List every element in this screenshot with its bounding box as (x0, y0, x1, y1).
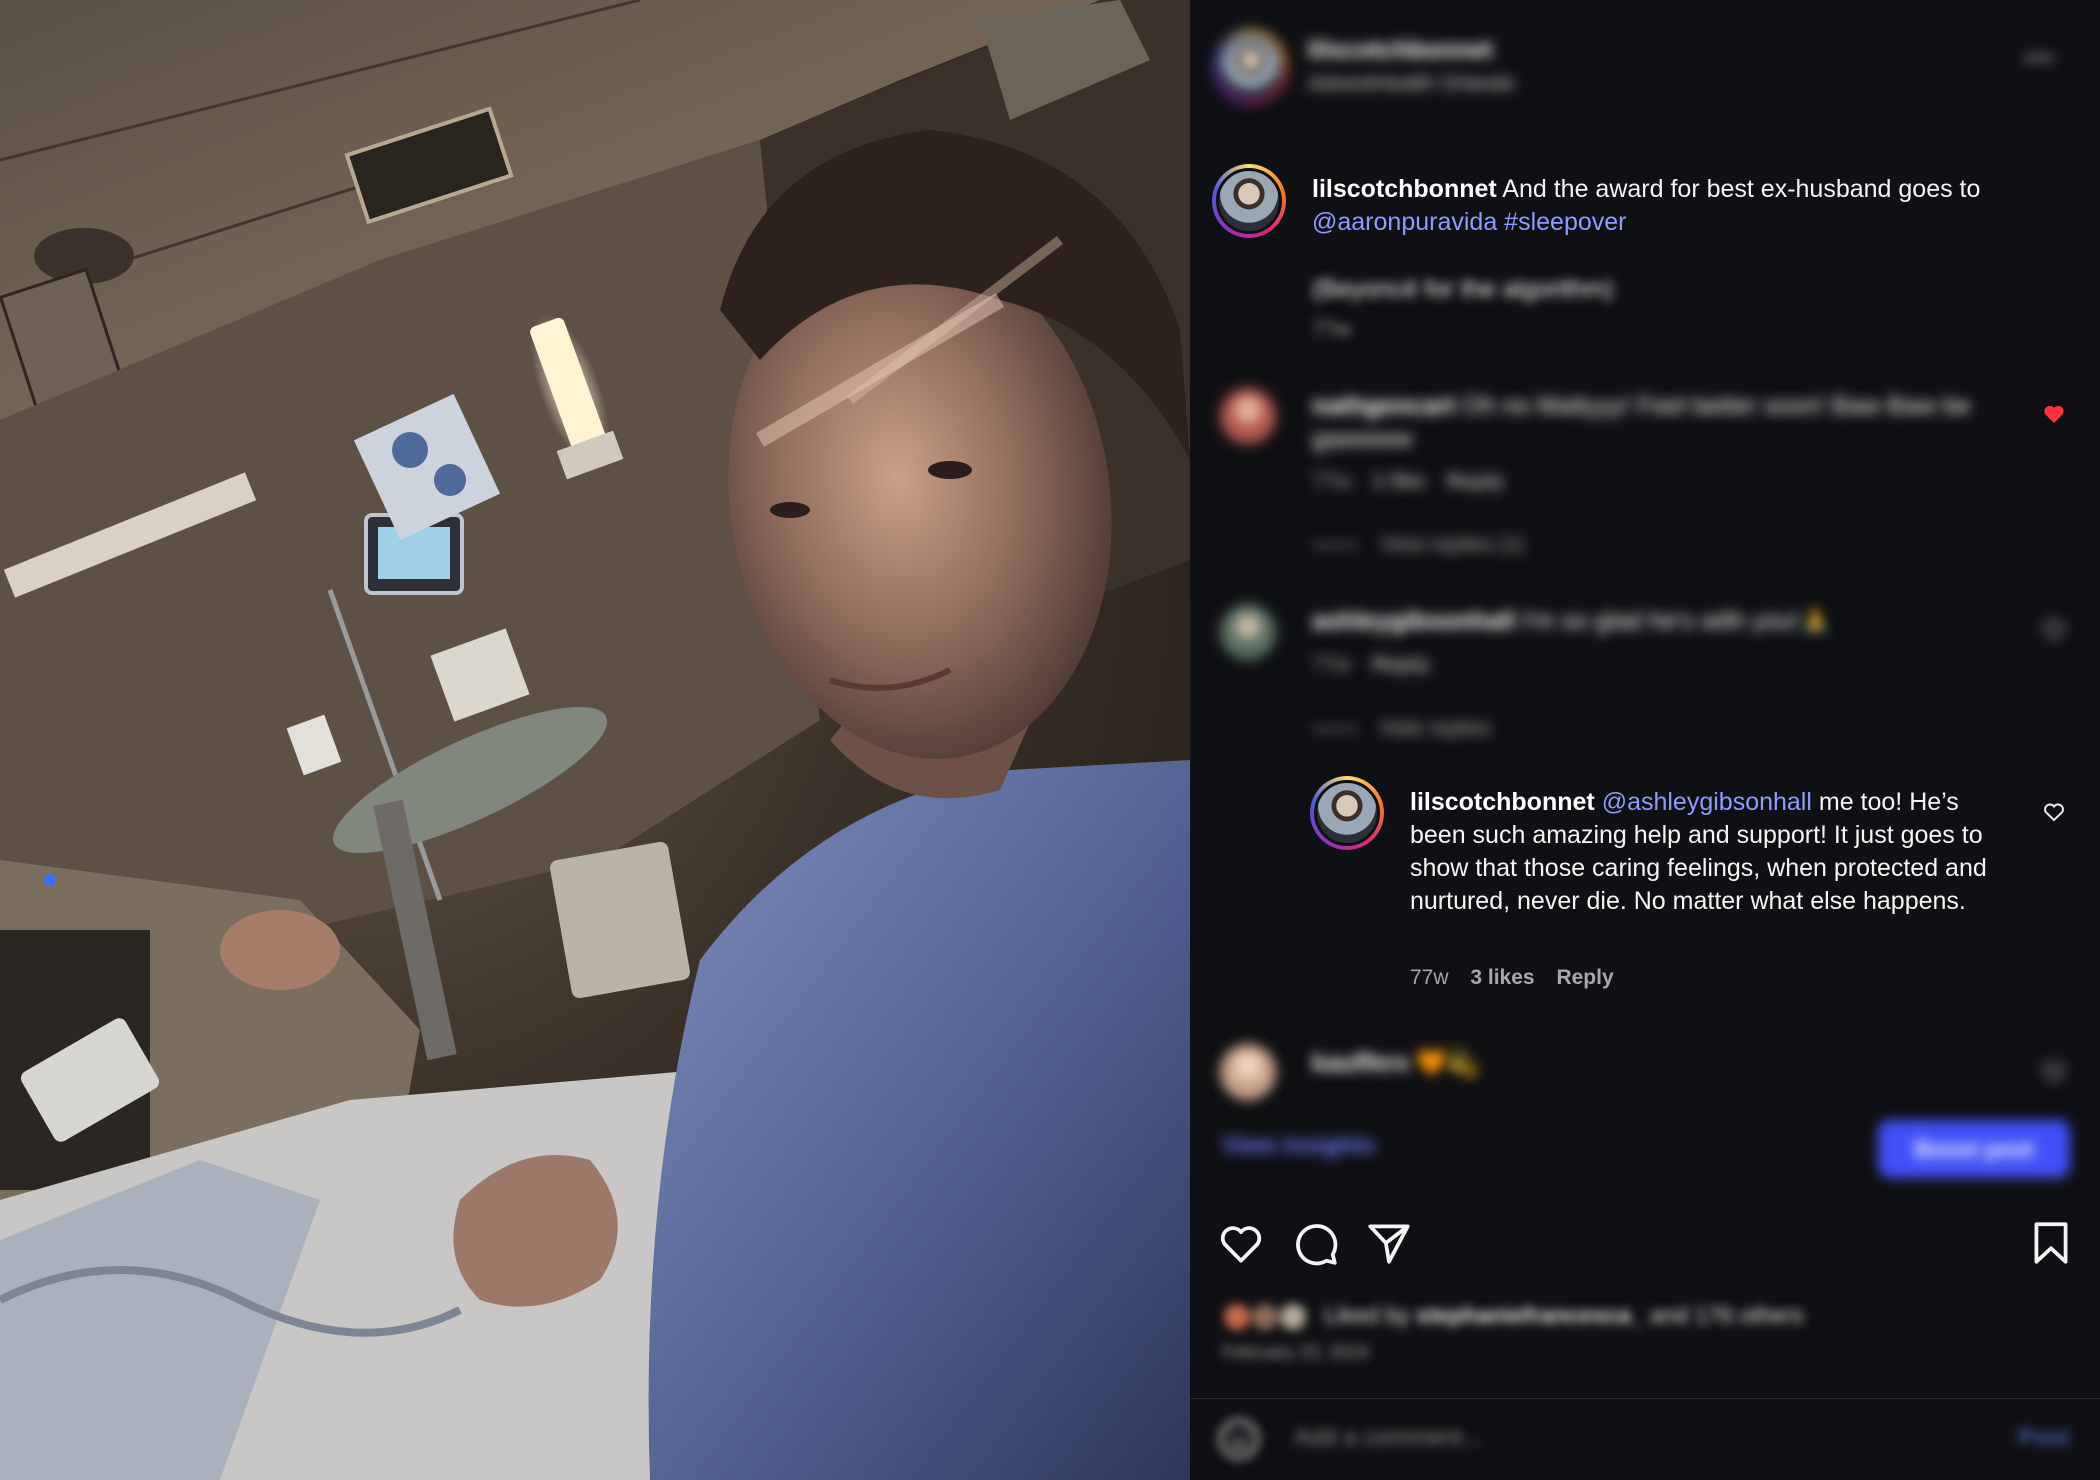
view-replies-button[interactable]: View replies (1) (1312, 533, 1524, 557)
post-actions-bar (1216, 1218, 2076, 1274)
heart-outline-icon[interactable] (2042, 1060, 2066, 1084)
liker-avatars (1222, 1302, 1314, 1332)
divider (1190, 1398, 2100, 1399)
comment-meta: 77w 1 like Reply (1312, 470, 1504, 494)
reply-time: 77w (1410, 966, 1449, 989)
post-details-panel: lilscotchbonnet AdventHealth Orlando lil… (1190, 0, 2100, 1480)
add-comment-input[interactable]: Add a comment... (1294, 1424, 1482, 1452)
share-icon[interactable] (1364, 1218, 1414, 1268)
liked-heart-icon[interactable] (2042, 402, 2066, 426)
comment-time: 77w (1312, 653, 1351, 676)
reply-avatar[interactable] (1310, 776, 1384, 850)
comment-avatar[interactable] (1220, 604, 1276, 660)
comment-avatar[interactable] (1220, 388, 1276, 444)
caption-username[interactable]: lilscotchbonnet (1312, 175, 1497, 203)
more-options-icon[interactable] (2026, 48, 2060, 68)
comment-icon[interactable] (1290, 1218, 1340, 1268)
comment-reply-button[interactable]: Reply (1372, 653, 1429, 676)
reply-username[interactable]: lilscotchbonnet (1410, 788, 1595, 816)
bookmark-icon[interactable] (2026, 1218, 2076, 1268)
caption-avatar[interactable] (1212, 164, 1286, 238)
comment-meta: 77w Reply (1312, 653, 1430, 677)
post-photo (0, 0, 1190, 1480)
boost-post-button[interactable]: Boost post (1878, 1120, 2070, 1178)
caption-mention[interactable]: @aaronpuravida (1312, 208, 1497, 236)
reply-heart-icon[interactable] (2042, 800, 2066, 824)
hide-replies-button[interactable]: Hide replies (1312, 717, 1491, 741)
comment-username[interactable]: kauffers (1312, 1049, 1409, 1077)
likes-summary[interactable]: Liked by stephaniefrancesca_ and 176 oth… (1222, 1302, 1803, 1332)
reply-meta: 77w 3 likes Reply (1410, 966, 1614, 990)
emoji-icon[interactable] (1216, 1416, 1262, 1462)
reply-mention[interactable]: @ashleygibsonhall (1602, 788, 1812, 816)
caption-hashtag[interactable]: #sleepover (1504, 208, 1626, 236)
reply-reply-button[interactable]: Reply (1556, 966, 1613, 989)
post-location[interactable]: AdventHealth Orlando (1308, 72, 1515, 96)
liker-username[interactable]: stephaniefrancesca_ (1416, 1302, 1644, 1328)
reply-likes[interactable]: 3 likes (1470, 966, 1534, 989)
comment-text: I'm so glad he's with you!🙏 (1514, 607, 1831, 635)
view-insights-link[interactable]: View insights (1222, 1132, 1375, 1160)
caption-extra: (Beyoncé for the algorithm) (1312, 275, 1614, 303)
hospital-selfie-image (0, 0, 1190, 1480)
comment-time: 77w (1312, 470, 1351, 493)
comment-text: 🧡💫 (1409, 1049, 1479, 1077)
heart-icon[interactable] (1216, 1218, 1266, 1268)
comment-likes[interactable]: 1 like (1372, 470, 1425, 493)
comment-avatar[interactable] (1220, 1044, 1276, 1100)
post-comment-button[interactable]: Post (2018, 1424, 2070, 1452)
comment-username[interactable]: nathgencart (1312, 392, 1455, 420)
post-date: February 23, 2024 (1222, 1342, 1370, 1362)
caption-text: lilscotchbonnet And the award for best e… (1312, 173, 2072, 239)
reply-text: lilscotchbonnet @ashleygibsonhall me too… (1410, 786, 2020, 918)
caption-time: 77w (1312, 318, 1351, 341)
heart-outline-icon[interactable] (2042, 618, 2066, 642)
author-avatar[interactable] (1214, 30, 1288, 104)
comment-username[interactable]: ashleygibsonhall (1312, 607, 1515, 635)
author-username[interactable]: lilscotchbonnet (1308, 36, 1493, 65)
caption-body: And the award for best ex-husband goes t… (1496, 175, 1981, 203)
comment-reply-button[interactable]: Reply (1447, 470, 1504, 493)
